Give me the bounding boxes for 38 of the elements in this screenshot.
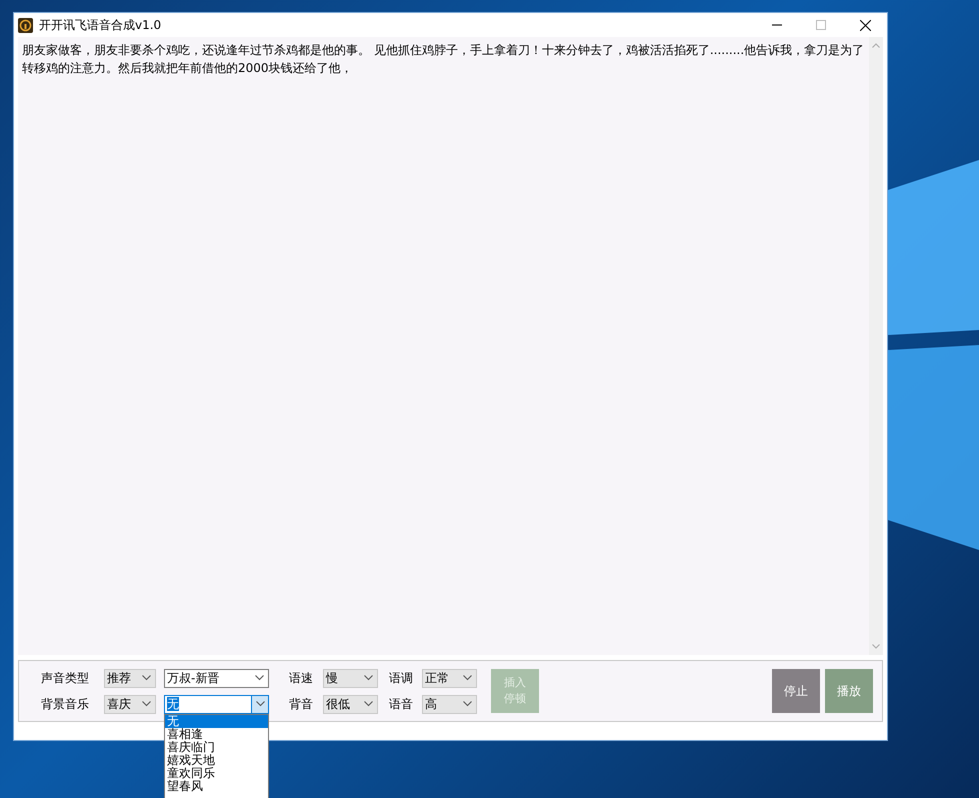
dropdown-option[interactable]: 童欢同乐 <box>165 766 268 780</box>
dropdown-option[interactable]: 望春风 <box>165 780 268 792</box>
chevron-down-icon <box>463 701 472 707</box>
dropdown-option[interactable]: 嬉戏天地 <box>165 754 268 766</box>
dropdown-option[interactable]: 喜相逢 <box>165 728 268 740</box>
field-label: 声音类型 <box>41 670 90 687</box>
dropdown-option[interactable]: 无 <box>165 714 268 728</box>
scroll-up-icon[interactable] <box>872 43 880 48</box>
close-icon[interactable] <box>860 20 871 30</box>
chevron-down-icon <box>364 701 373 707</box>
dropdown-select[interactable]: 很低 <box>323 694 378 714</box>
editor-text: 朋友家做客，朋友非要杀个鸡吃，还说逢年过节杀鸡都是他的事。 见他抓住鸡脖子，手上拿着刀！十来分钟去了，鸡被活活掐死了.........他告诉我，拿刀是为了转移鸡的注意力。然后我就把年前借他的2000块钱还给了他， <box>21 42 866 77</box>
app-logo-icon <box>18 18 33 32</box>
field-label: 语音 <box>389 696 414 713</box>
stop-button[interactable]: 停止 <box>772 669 820 713</box>
dropdown-select[interactable]: 万叔-新晋 <box>164 668 269 688</box>
dropdown-select[interactable]: 推荐 <box>104 668 156 688</box>
chevron-down-icon <box>142 701 151 707</box>
chevron-down-icon <box>463 675 472 681</box>
field-label: 语调 <box>389 670 414 687</box>
dropdown-select[interactable]: 正常 <box>422 668 477 688</box>
maximize-icon[interactable] <box>816 20 826 30</box>
dropdown-select[interactable]: 无 <box>164 694 269 714</box>
chevron-down-icon <box>256 701 264 707</box>
dropdown-select[interactable]: 喜庆 <box>104 694 156 714</box>
field-label: 背音 <box>289 696 314 713</box>
scroll-down-icon[interactable] <box>872 644 880 649</box>
chevron-down-icon <box>142 675 151 681</box>
dropdown-select[interactable]: 慢 <box>323 668 378 688</box>
field-label: 语速 <box>289 670 314 687</box>
window-title: 开开讯飞语音合成v1.0 <box>39 17 162 34</box>
dropdown-select[interactable]: 高 <box>422 694 477 714</box>
text-editor[interactable]: 朋友家做客，朋友非要杀个鸡吃，还说逢年过节杀鸡都是他的事。 见他抓住鸡脖子，手上拿着刀！十来分钟去了，鸡被活活掐死了.........他告诉我，拿刀是为了转移鸡的注意力。然后我就把年前借他的2000块钱还给了他， <box>18 37 883 655</box>
chevron-down-icon <box>255 675 264 681</box>
scrollbar[interactable] <box>869 37 883 655</box>
dropdown-option[interactable]: 喜庆临门 <box>165 740 268 754</box>
chevron-down-icon <box>364 675 373 681</box>
field-label: 背景音乐 <box>41 696 90 713</box>
